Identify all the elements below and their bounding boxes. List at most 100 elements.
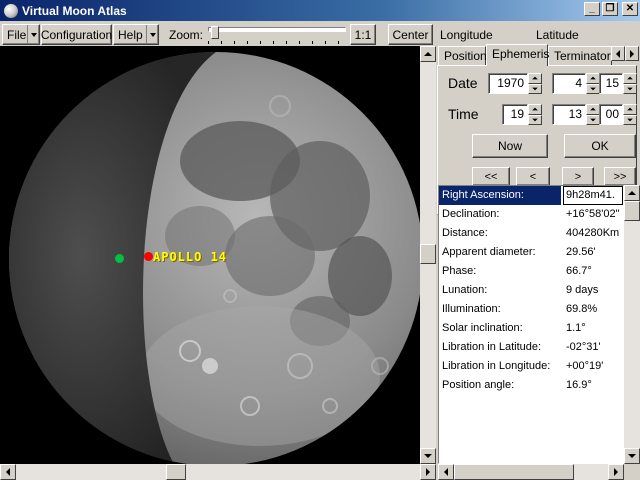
reset-zoom-label: 1:1 <box>354 27 372 42</box>
help-menu-button[interactable]: Help <box>113 24 159 45</box>
ephemeris-value: 1.1° <box>566 322 586 334</box>
spin-up-icon[interactable] <box>528 73 542 84</box>
previous-label: < <box>529 170 537 183</box>
map-label-apollo-14[interactable]: APOLLO 14 <box>153 250 227 264</box>
scroll-down-icon[interactable] <box>420 448 436 464</box>
day-spinner[interactable]: 15 <box>599 73 637 94</box>
ephemeris-row[interactable]: Declination: +16°58'02" <box>439 205 623 224</box>
apollo-14-marker[interactable] <box>144 252 153 261</box>
tab-terminator[interactable]: Terminator <box>548 46 612 65</box>
ephemeris-value: 16.9° <box>566 379 592 391</box>
zoom-slider-track[interactable] <box>208 27 346 32</box>
spin-up-icon[interactable] <box>586 73 600 84</box>
day-field[interactable]: 15 <box>599 73 623 94</box>
zoom-label: Zoom: <box>169 28 204 42</box>
ephemeris-row[interactable]: Solar inclination: 1.1° <box>439 319 623 338</box>
minute-field[interactable]: 13 <box>552 104 586 125</box>
previous-fast-button[interactable]: << <box>472 167 510 186</box>
scroll-left-icon[interactable] <box>438 464 454 480</box>
map-horizontal-scrollbar[interactable] <box>0 464 436 480</box>
chevron-down-icon <box>146 25 158 44</box>
configuration-menu-button[interactable]: Configuration <box>41 24 112 45</box>
scroll-down-icon[interactable] <box>624 448 640 464</box>
spin-up-icon[interactable] <box>623 73 637 84</box>
now-button[interactable]: Now <box>472 134 548 158</box>
zoom-slider-thumb[interactable] <box>210 26 219 39</box>
ephemeris-row[interactable]: Distance: 404280Km <box>439 224 623 243</box>
ephemeris-row[interactable]: Apparent diameter: 29.56' <box>439 243 623 262</box>
configuration-menu-label: Configuration <box>40 27 113 42</box>
scroll-right-icon[interactable] <box>420 464 436 480</box>
file-menu-button[interactable]: File <box>2 24 40 45</box>
next-label: > <box>574 170 582 183</box>
spin-down-icon[interactable] <box>586 83 600 94</box>
spin-up-icon[interactable] <box>623 104 637 115</box>
year-field[interactable]: 1970 <box>488 73 528 94</box>
ephemeris-row[interactable]: Phase: 66.7° <box>439 262 623 281</box>
ephemeris-vertical-thumb[interactable] <box>624 201 640 221</box>
scroll-up-icon[interactable] <box>624 185 640 201</box>
ephemeris-label: Phase: <box>442 265 477 277</box>
map-horizontal-thumb[interactable] <box>166 464 186 480</box>
next-button[interactable]: > <box>562 167 594 186</box>
ephemeris-label: Libration in Latitude: <box>442 341 542 353</box>
center-button[interactable]: Center <box>388 24 433 45</box>
hour-spinner[interactable]: 19 <box>502 104 542 125</box>
second-spinner[interactable]: 00 <box>599 104 637 125</box>
ephemeris-grid[interactable]: Right Ascension: 9h28m41. Declination: +… <box>438 185 624 464</box>
ephemeris-horizontal-thumb[interactable] <box>454 464 574 480</box>
next-fast-label: >> <box>613 170 627 183</box>
tab-position[interactable]: Position <box>438 46 487 65</box>
reset-zoom-button[interactable]: 1:1 <box>350 24 376 45</box>
ok-button[interactable]: OK <box>564 134 636 158</box>
previous-button[interactable]: < <box>516 167 550 186</box>
hour-field[interactable]: 19 <box>502 104 528 125</box>
month-spinner[interactable]: 4 <box>552 73 600 94</box>
ephemeris-row[interactable]: Position angle: 16.9° <box>439 376 623 395</box>
year-spinner[interactable]: 1970 <box>488 73 542 94</box>
center-label: Center <box>392 27 429 42</box>
ephemeris-row[interactable]: Illumination: 69.8% <box>439 300 623 319</box>
close-icon[interactable]: ✕ <box>622 2 638 16</box>
restore-icon[interactable]: ❐ <box>602 2 618 16</box>
ephemeris-value: 29.56' <box>566 246 596 258</box>
longitude-label: Longitude <box>440 28 493 42</box>
ephemeris-row[interactable]: Libration in Longitude: +00°19' <box>439 357 623 376</box>
scroll-up-icon[interactable] <box>420 46 436 62</box>
ephemeris-vertical-scrollbar[interactable] <box>624 185 640 464</box>
ephemeris-value: 66.7° <box>566 265 592 277</box>
ephemeris-label: Position angle: <box>442 379 515 391</box>
map-vertical-thumb[interactable] <box>420 244 436 264</box>
help-menu-label: Help <box>118 27 143 42</box>
spin-down-icon[interactable] <box>623 83 637 94</box>
scroll-right-icon[interactable] <box>608 464 624 480</box>
spin-up-icon[interactable] <box>586 104 600 115</box>
time-label: Time <box>448 106 479 122</box>
minimize-icon[interactable]: _ <box>584 2 600 16</box>
tab-scroll-left-icon[interactable] <box>611 46 625 61</box>
spin-down-icon[interactable] <box>528 83 542 94</box>
tab-scroll-right-icon[interactable] <box>625 46 639 61</box>
scroll-left-icon[interactable] <box>0 464 16 480</box>
next-fast-button[interactable]: >> <box>604 167 636 186</box>
ephemeris-horizontal-scrollbar[interactable] <box>438 464 624 480</box>
map-vertical-scrollbar[interactable] <box>420 46 436 464</box>
spin-down-icon[interactable] <box>586 114 600 125</box>
window-title: Virtual Moon Atlas <box>22 3 127 18</box>
spin-down-icon[interactable] <box>623 114 637 125</box>
minute-spinner[interactable]: 13 <box>552 104 600 125</box>
tab-ephemeris[interactable]: Ephemeris <box>486 44 549 66</box>
ephemeris-row[interactable]: Lunation: 9 days <box>439 281 623 300</box>
moon-icon <box>4 3 18 18</box>
moon-map[interactable]: APOLLO 14 <box>0 46 420 464</box>
month-field[interactable]: 4 <box>552 73 586 94</box>
spin-down-icon[interactable] <box>528 114 542 125</box>
ephemeris-label: Right Ascension: <box>442 189 524 201</box>
spin-up-icon[interactable] <box>528 104 542 115</box>
second-field[interactable]: 00 <box>599 104 623 125</box>
ephemeris-row[interactable]: Libration in Latitude: -02°31' <box>439 338 623 357</box>
ephemeris-label: Illumination: <box>442 303 501 315</box>
ephemeris-row[interactable]: Right Ascension: 9h28m41. <box>439 186 623 205</box>
ephemeris-value: 404280Km <box>566 227 620 239</box>
ephemeris-value: 69.8% <box>566 303 598 315</box>
